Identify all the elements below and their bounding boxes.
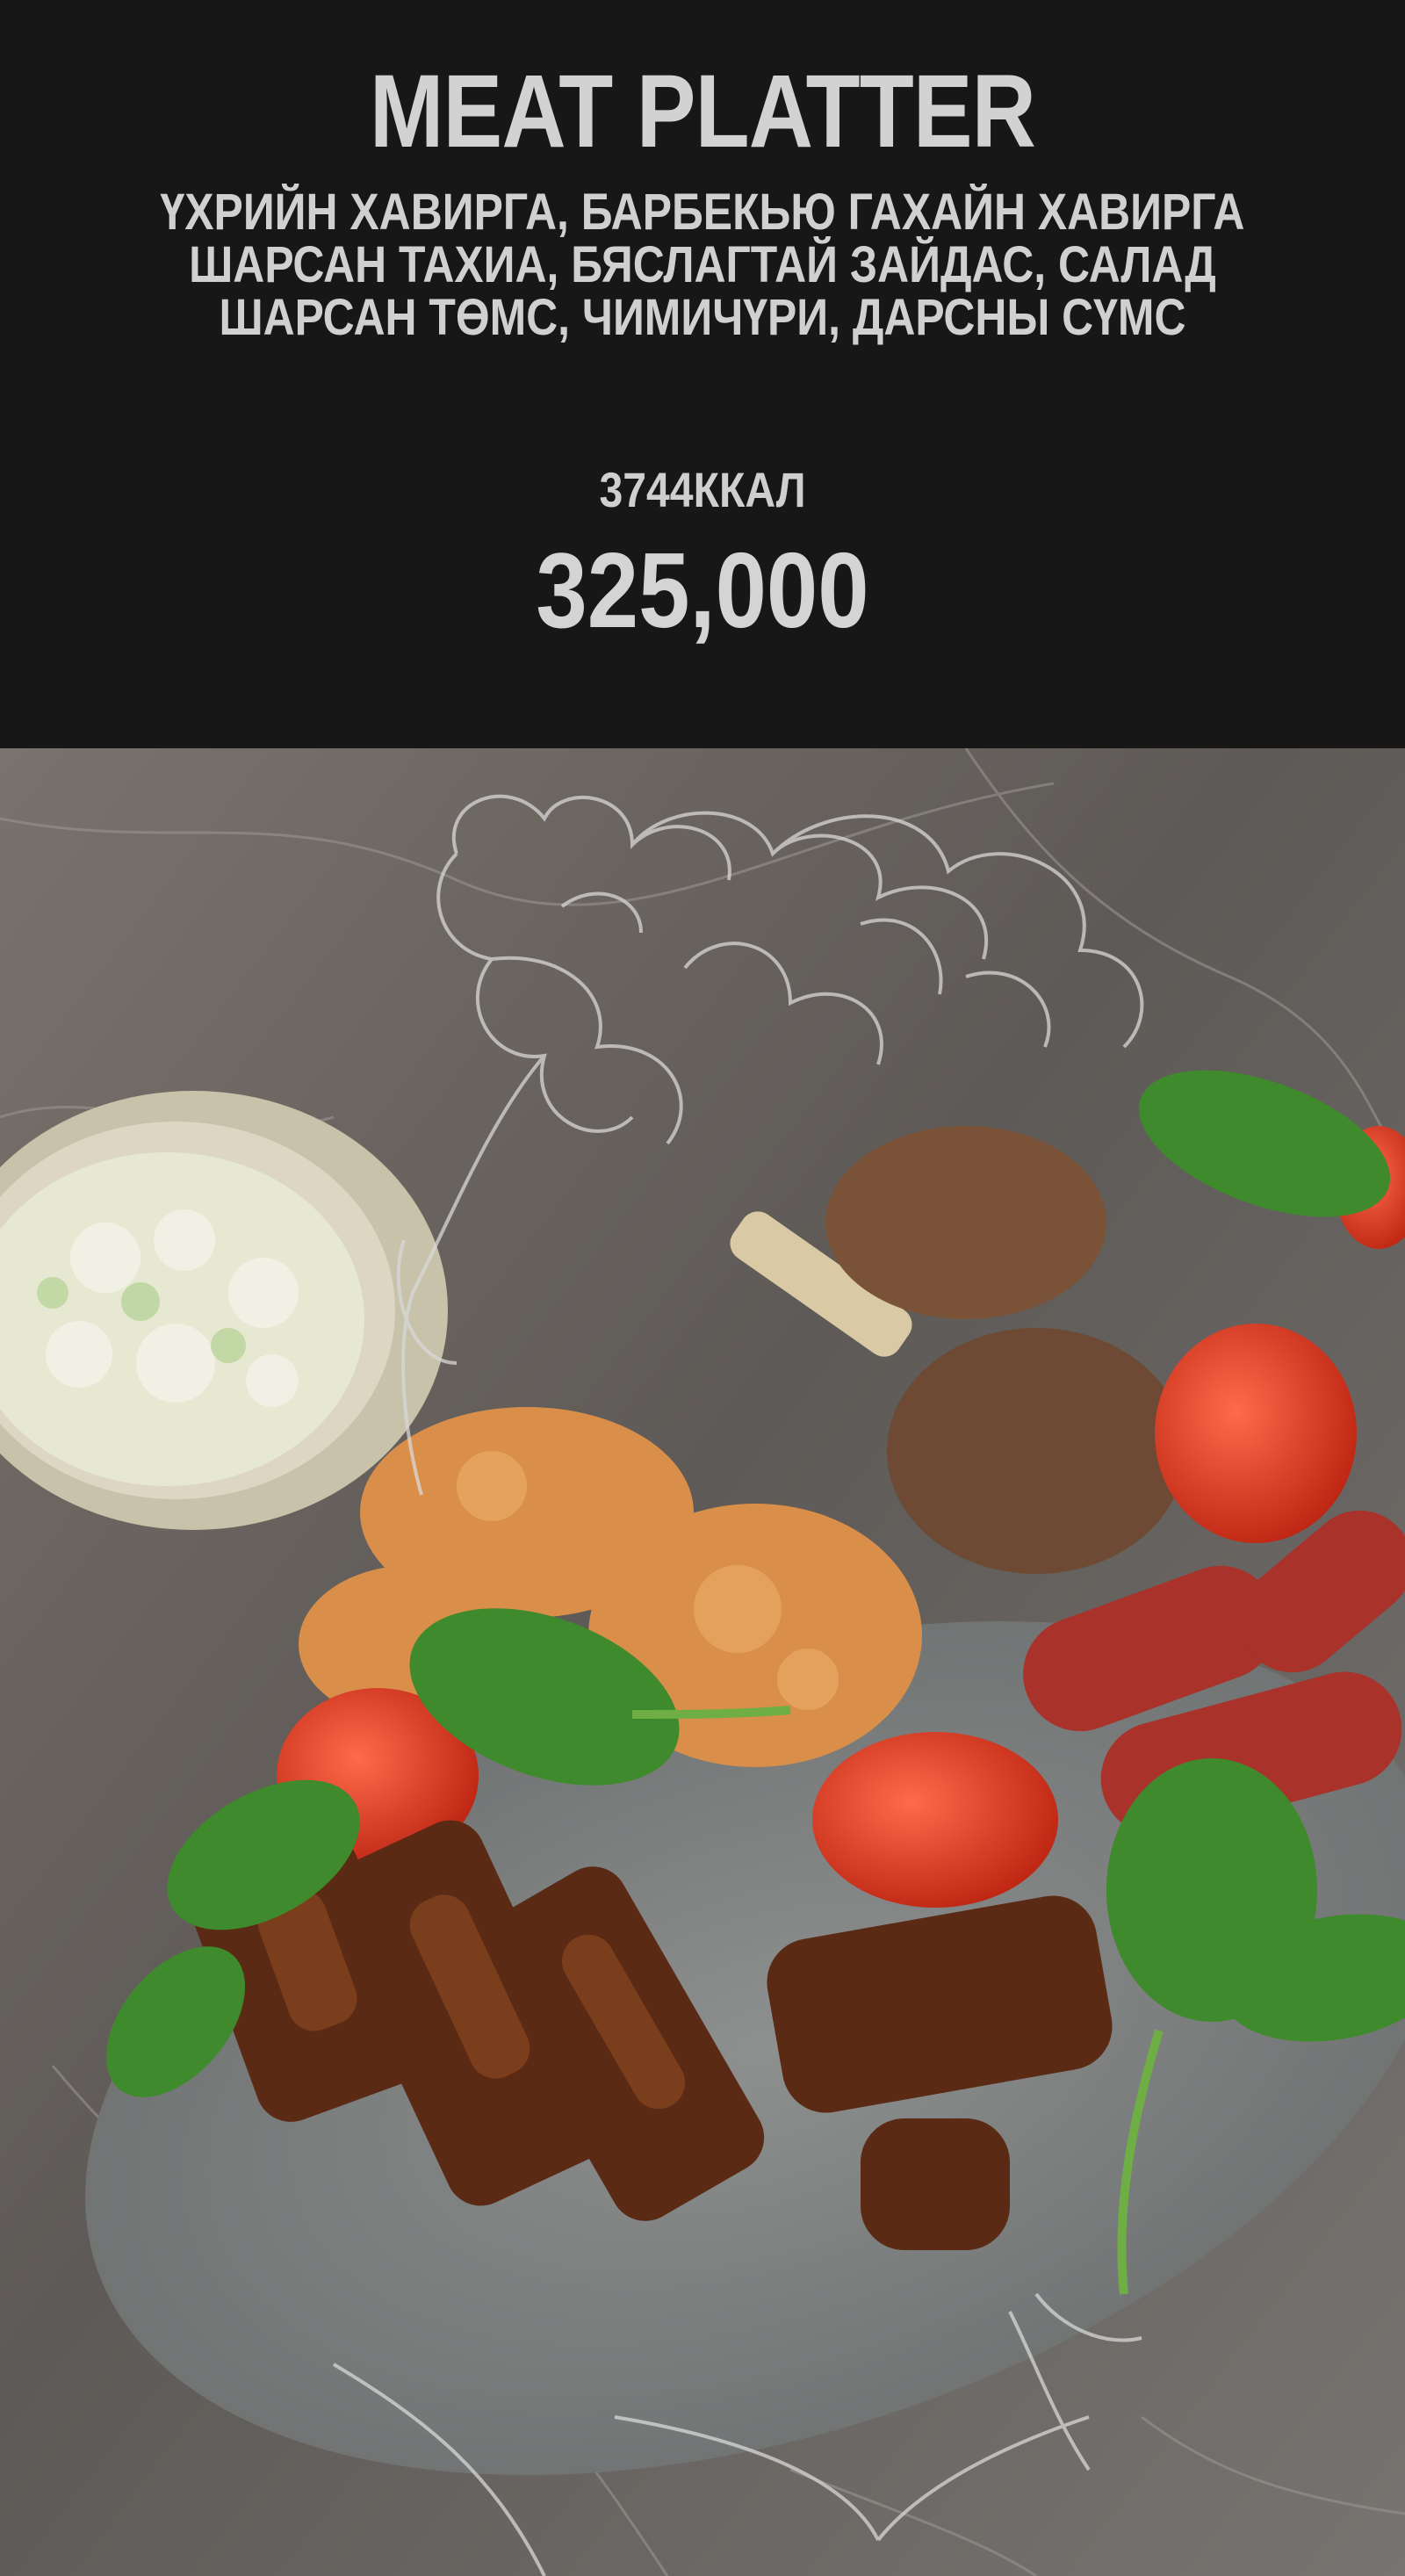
- description-line: ШАРСАН ТАХИА, БЯСЛАГТАЙ ЗАЙДАС, САЛАД: [189, 236, 1216, 293]
- description-line: ШАРСАН ТӨМС, ЧИМИЧҮРИ, ДАРСНЫ СҮМС: [219, 289, 1186, 346]
- price-label: 325,000: [536, 530, 869, 650]
- dish-title: MEAT PLATTER: [369, 54, 1036, 170]
- header-panel: MEAT PLATTER ҮХРИЙН ХАВИРГА, БАРБЕКЬЮ ГА…: [0, 0, 1405, 748]
- description-line: ҮХРИЙН ХАВИРГА, БАРБЕКЬЮ ГАХАЙН ХАВИРГА: [160, 184, 1245, 241]
- dish-description: ҮХРИЙН ХАВИРГА, БАРБЕКЬЮ ГАХАЙН ХАВИРГА …: [0, 186, 1405, 344]
- calories-label: 3744ККАЛ: [599, 462, 806, 517]
- dish-photo: [0, 748, 1405, 2576]
